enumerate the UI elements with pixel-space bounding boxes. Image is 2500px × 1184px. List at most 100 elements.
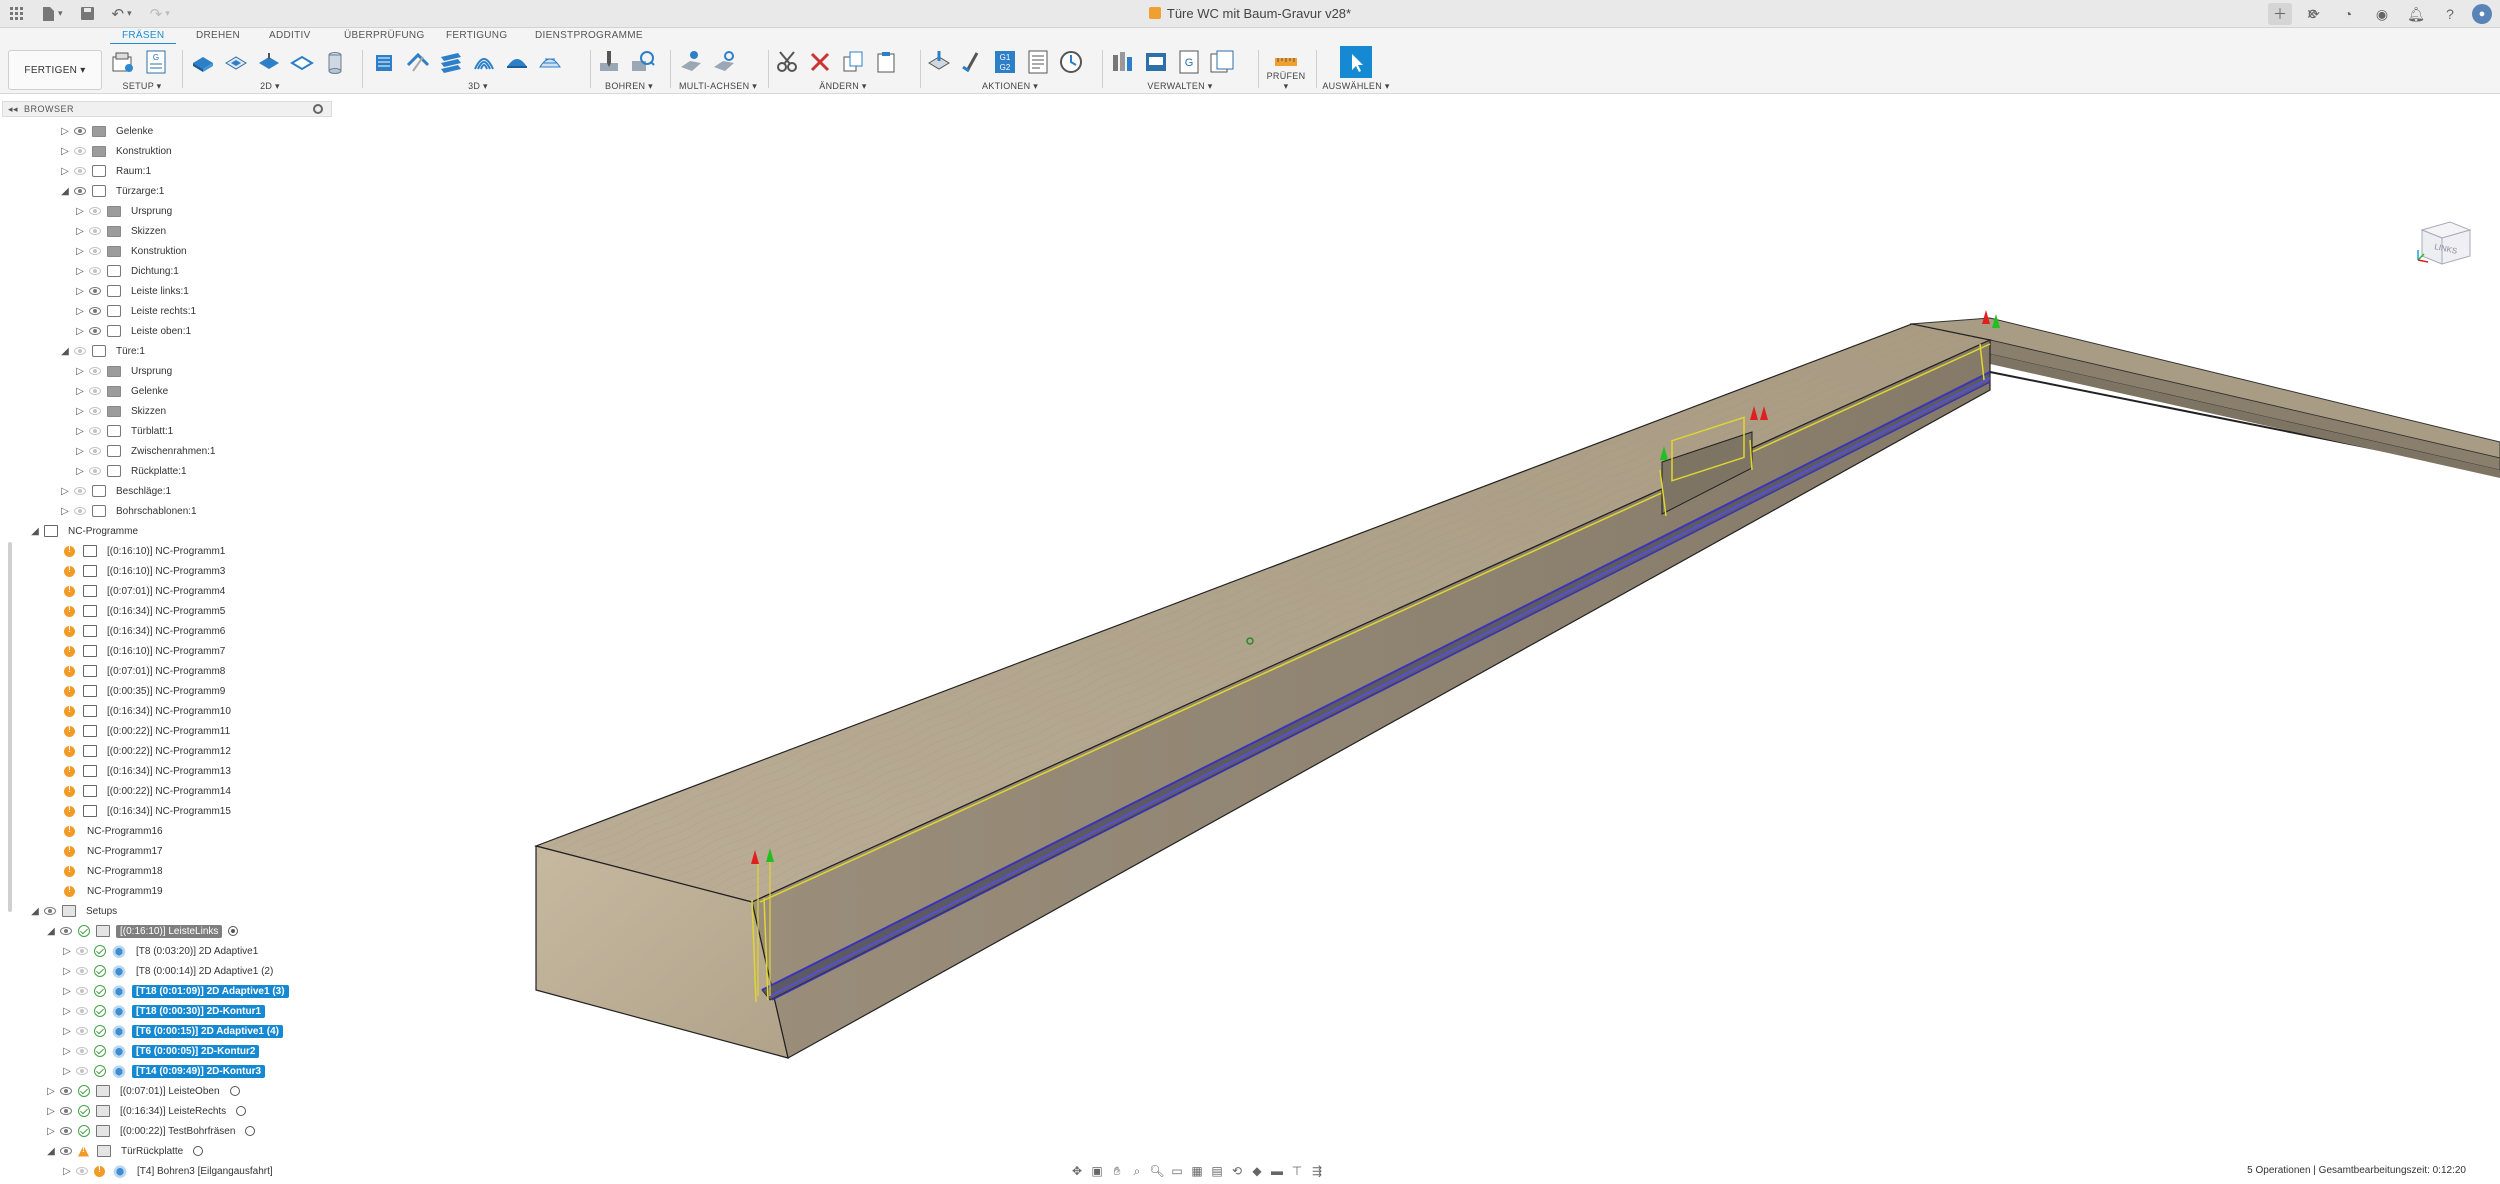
3d-steep-shallow-icon[interactable] [537, 49, 563, 75]
eye-icon[interactable] [60, 1147, 72, 1155]
nc-program-row[interactable]: [(0:16:34)] NC-Programm13 [64, 762, 235, 780]
nc-program-row[interactable]: [(0:07:01)] NC-Programm4 [64, 582, 229, 600]
multi-axis-contour-icon[interactable] [711, 49, 737, 75]
tree-row[interactable]: ▷ Leiste rechts:1 [75, 302, 200, 320]
model-canvas[interactable] [0, 94, 2500, 1164]
tool-library-icon[interactable] [1110, 49, 1136, 75]
leiste-oben-model[interactable] [1909, 317, 2500, 478]
nc-program-row[interactable]: [(0:07:01)] NC-Programm8 [64, 662, 229, 680]
tab-additiv[interactable]: ADDITIV [269, 28, 311, 44]
operation-row[interactable]: ▷ [T4] Bohren3 [Eilgangausfahrt] [62, 1162, 277, 1180]
tree-row[interactable]: ▷ Skizzen [75, 222, 170, 240]
eye-icon[interactable] [60, 927, 72, 935]
tree-row[interactable]: ◢ Türzarge:1 [60, 182, 168, 200]
grid-icon[interactable]: ▦ [1190, 1164, 1204, 1178]
operation-row[interactable]: ▷ [T18 (0:01:09)] 2D Adaptive1 (3) [62, 982, 289, 1000]
eye-icon[interactable] [89, 407, 101, 415]
nc-program-row[interactable]: [(0:00:35)] NC-Programm9 [64, 682, 229, 700]
help-icon[interactable]: ? [2438, 3, 2462, 25]
eye-icon[interactable] [89, 227, 101, 235]
2d-adaptive-icon[interactable] [190, 49, 216, 75]
expand-icon[interactable]: ▷ [62, 946, 72, 957]
new-setup-icon[interactable] [110, 49, 136, 75]
eye-icon[interactable] [76, 987, 88, 995]
tree-row[interactable]: ▷ Rückplatte:1 [75, 462, 191, 480]
nc-program-row[interactable]: NC-Programm16 [64, 822, 167, 840]
tab-drehen[interactable]: DREHEN [196, 28, 240, 44]
nc-program-row[interactable]: NC-Programm19 [64, 882, 167, 900]
3d-pocket-icon[interactable] [405, 49, 431, 75]
job-status-icon[interactable]: ◔ [2336, 3, 2360, 25]
tree-row[interactable]: ▷ Ursprung [75, 202, 176, 220]
expand-icon[interactable]: ▷ [75, 266, 85, 277]
expand-icon[interactable]: ▷ [62, 1166, 72, 1177]
new-tab-button[interactable]: ＋ [2268, 3, 2292, 25]
eye-icon[interactable] [76, 1047, 88, 1055]
delete-icon[interactable] [807, 49, 833, 75]
eye-icon[interactable] [76, 1067, 88, 1075]
expand-icon[interactable]: ▷ [75, 226, 85, 237]
tree-row[interactable]: ▷ Bohrschablonen:1 [60, 502, 201, 520]
expand-icon[interactable]: ▷ [75, 246, 85, 257]
eye-icon[interactable] [89, 327, 101, 335]
3d-contour-icon[interactable] [471, 49, 497, 75]
nc-program-row[interactable]: [(0:16:34)] NC-Programm15 [64, 802, 235, 820]
copy-icon[interactable] [840, 49, 866, 75]
pin-browser-icon[interactable] [313, 104, 323, 114]
scrollbar[interactable] [8, 542, 12, 912]
nc-program-row[interactable]: NC-Programm17 [64, 842, 167, 860]
eye-icon[interactable] [89, 427, 101, 435]
eye-icon[interactable] [89, 367, 101, 375]
tree-row[interactable]: ▷ Leiste links:1 [75, 282, 193, 300]
eye-icon[interactable] [74, 507, 86, 515]
3d-parallel-icon[interactable] [438, 49, 464, 75]
display-settings-icon[interactable]: ▭ [1170, 1164, 1184, 1178]
viewports-icon[interactable]: ▤ [1210, 1164, 1224, 1178]
operation-row[interactable]: ▷ [T18 (0:00:30)] 2D-Kontur1 [62, 1002, 266, 1020]
expand-icon[interactable]: ▷ [75, 386, 85, 397]
operation-row[interactable]: ▷ [T6 (0:00:05)] 2D-Kontur2 [62, 1042, 260, 1060]
setup-radio[interactable] [229, 1086, 240, 1096]
expand-icon[interactable]: ▷ [46, 1126, 56, 1137]
app-grid-icon[interactable] [10, 6, 24, 21]
active-setup-radio[interactable] [228, 926, 239, 936]
eye-icon[interactable] [76, 1167, 88, 1175]
group-auswaehlen-label[interactable]: AUSWÄHLEN ▾ [1322, 81, 1390, 92]
nc-program-row[interactable]: [(0:00:22)] NC-Programm11 [64, 722, 234, 740]
expand-icon[interactable]: ▷ [75, 286, 85, 297]
expand-icon[interactable]: ▷ [75, 466, 85, 477]
tab-ueberpruefung[interactable]: ÜBERPRÜFUNG [344, 28, 425, 44]
drill-icon[interactable] [596, 49, 622, 75]
eye-icon[interactable] [89, 467, 101, 475]
view-cube[interactable]: LINKS [2414, 214, 2478, 274]
tree-row[interactable]: ▷ Ursprung [75, 362, 176, 380]
zoom-window-icon[interactable]: ⌕ [1130, 1164, 1144, 1178]
nc-program-row[interactable]: [(0:16:34)] NC-Programm10 [64, 702, 235, 720]
tree-row[interactable]: ▷ Leiste oben:1 [75, 322, 195, 340]
setup-row[interactable]: ◢ TürRückplatte [46, 1142, 204, 1160]
expand-icon[interactable]: ▷ [75, 446, 85, 457]
3d-adaptive-icon[interactable] [372, 49, 398, 75]
eye-icon[interactable] [60, 1087, 72, 1095]
group-3d-label[interactable]: 3D ▾ [372, 81, 584, 92]
nc-program-row[interactable]: [(0:00:22)] NC-Programm14 [64, 782, 235, 800]
eye-icon[interactable] [60, 1107, 72, 1115]
operation-row[interactable]: ▷ [T14 (0:09:49)] 2D-Kontur3 [62, 1062, 266, 1080]
pan-icon[interactable]: ✋︎ [1110, 1164, 1124, 1178]
collapse-icon[interactable]: ◢ [30, 906, 40, 917]
data-panel-icon[interactable]: ◉ [2370, 3, 2394, 25]
eye-icon[interactable] [89, 207, 101, 215]
eye-icon[interactable] [74, 147, 86, 155]
expand-icon[interactable]: ▷ [60, 506, 70, 517]
operation-row[interactable]: ▷ [T8 (0:00:14)] 2D Adaptive1 (2) [62, 962, 277, 980]
expand-icon[interactable]: ▷ [62, 1066, 72, 1077]
nc-program-row[interactable]: [(0:16:34)] NC-Programm6 [64, 622, 229, 640]
expand-icon[interactable]: ▷ [60, 126, 70, 137]
tree-row[interactable]: ◢ Setups [30, 902, 121, 920]
setup-row[interactable]: ▷ [(0:16:34)] LeisteRechts [46, 1102, 247, 1120]
select-icon[interactable] [1340, 46, 1372, 78]
group-pruefen-label[interactable]: PRÜFEN ▾ [1264, 71, 1308, 92]
expand-icon[interactable]: ▷ [75, 406, 85, 417]
setup-radio[interactable] [236, 1106, 247, 1116]
eye-icon[interactable] [60, 1127, 72, 1135]
